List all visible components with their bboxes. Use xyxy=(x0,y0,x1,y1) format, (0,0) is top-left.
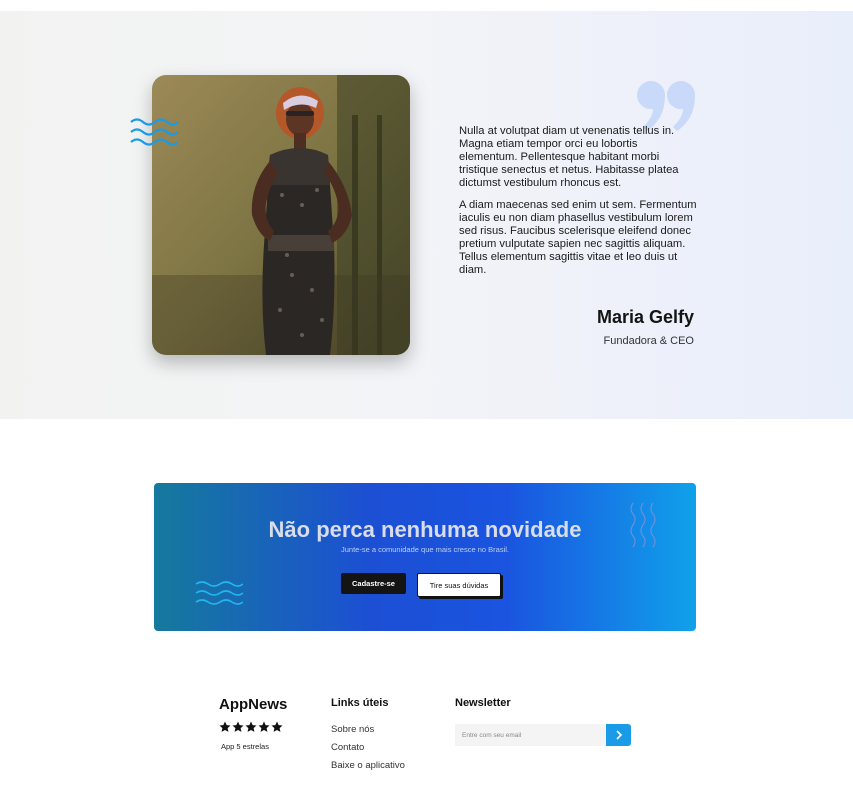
founder-photo xyxy=(152,75,410,355)
quote-paragraph: A diam maecenas sed enim ut sem. Ferment… xyxy=(459,199,697,276)
star-icon xyxy=(258,721,270,732)
signup-button[interactable]: Cadastre-se xyxy=(341,573,406,594)
footer-link-contact[interactable]: Contato xyxy=(331,742,405,760)
star-icon xyxy=(232,721,244,732)
newsletter-cta-banner: Não perca nenhuma novidade Junte-se a co… xyxy=(154,483,696,631)
useful-links: Sobre nós Contato Baixe o aplicativo xyxy=(331,724,405,778)
newsletter-title: Newsletter xyxy=(455,697,511,709)
cta-title: Não perca nenhuma novidade xyxy=(268,517,582,542)
chevron-right-icon xyxy=(615,730,622,740)
waves-icon xyxy=(130,118,178,146)
brand-logo: AppNews xyxy=(219,696,288,713)
cta-subtitle: Junte-se a comunidade que mais cresce no… xyxy=(340,545,509,554)
squiggle-lines-icon xyxy=(630,502,656,548)
links-title: Links úteis xyxy=(331,697,389,709)
testimonial-section: Nulla at volutpat diam ut venenatis tell… xyxy=(0,11,853,419)
questions-button[interactable]: Tire suas dúvidas xyxy=(417,573,501,597)
star-icon xyxy=(245,721,257,732)
star-rating xyxy=(219,721,283,733)
quote-icon xyxy=(636,81,695,131)
star-icon xyxy=(219,721,231,732)
quote-paragraph: Nulla at volutpat diam ut venenatis tell… xyxy=(459,125,679,189)
author-role: Fundadora & CEO xyxy=(603,335,695,347)
author-name: Maria Gelfy xyxy=(596,307,694,327)
star-icon xyxy=(271,721,283,732)
footer-link-about[interactable]: Sobre nós xyxy=(331,724,405,742)
testimonial-quote: Nulla at volutpat diam ut venenatis tell… xyxy=(459,125,699,277)
newsletter-submit-button[interactable] xyxy=(606,724,631,746)
waves-icon xyxy=(195,581,243,605)
footer-link-download-app[interactable]: Baixe o aplicativo xyxy=(331,760,405,778)
rating-label: App 5 estrelas xyxy=(221,742,269,751)
email-field[interactable] xyxy=(455,724,607,746)
